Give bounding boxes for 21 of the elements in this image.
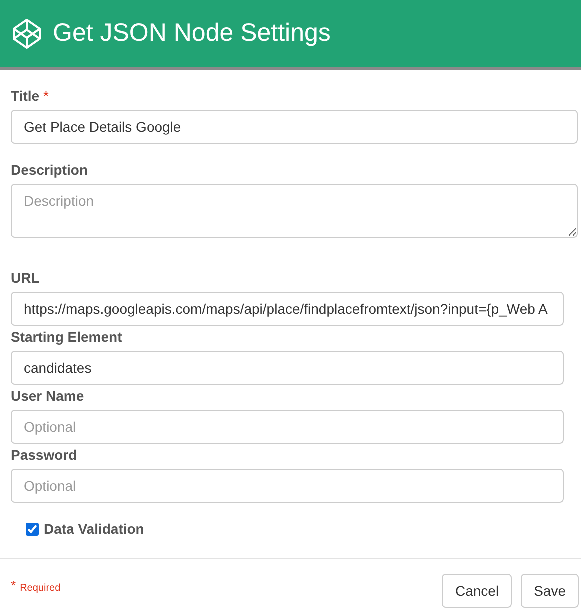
checkbox[interactable] xyxy=(26,522,39,536)
input-field[interactable]: Optional xyxy=(11,410,564,444)
field-label: URL xyxy=(11,269,40,288)
input-field[interactable]: https://maps.googleapis.com/maps/api/place/findplacefromtext/json?input={p_Web A xyxy=(11,292,564,326)
required-mark: * xyxy=(11,578,16,594)
input-field[interactable]: Optional xyxy=(11,469,564,503)
input-field[interactable]: candidates xyxy=(11,351,564,385)
field-label: User Name xyxy=(11,387,84,406)
field-label: Password xyxy=(11,446,78,465)
cube-logo-icon xyxy=(11,18,43,50)
action-button[interactable]: Save xyxy=(521,574,579,608)
text-area[interactable]: Description xyxy=(11,184,578,238)
field-label: Starting Element xyxy=(11,328,122,347)
required-note: Required xyxy=(20,582,61,596)
window-title: Get JSON Node Settings xyxy=(53,18,331,49)
field-label: Title xyxy=(11,87,40,106)
required-mark: * xyxy=(44,87,49,106)
checkbox-label: Data Validation xyxy=(44,520,144,538)
field-label: Description xyxy=(11,161,88,180)
input-field[interactable]: Get Place Details Google xyxy=(11,110,578,144)
action-button[interactable]: Cancel xyxy=(442,574,512,608)
